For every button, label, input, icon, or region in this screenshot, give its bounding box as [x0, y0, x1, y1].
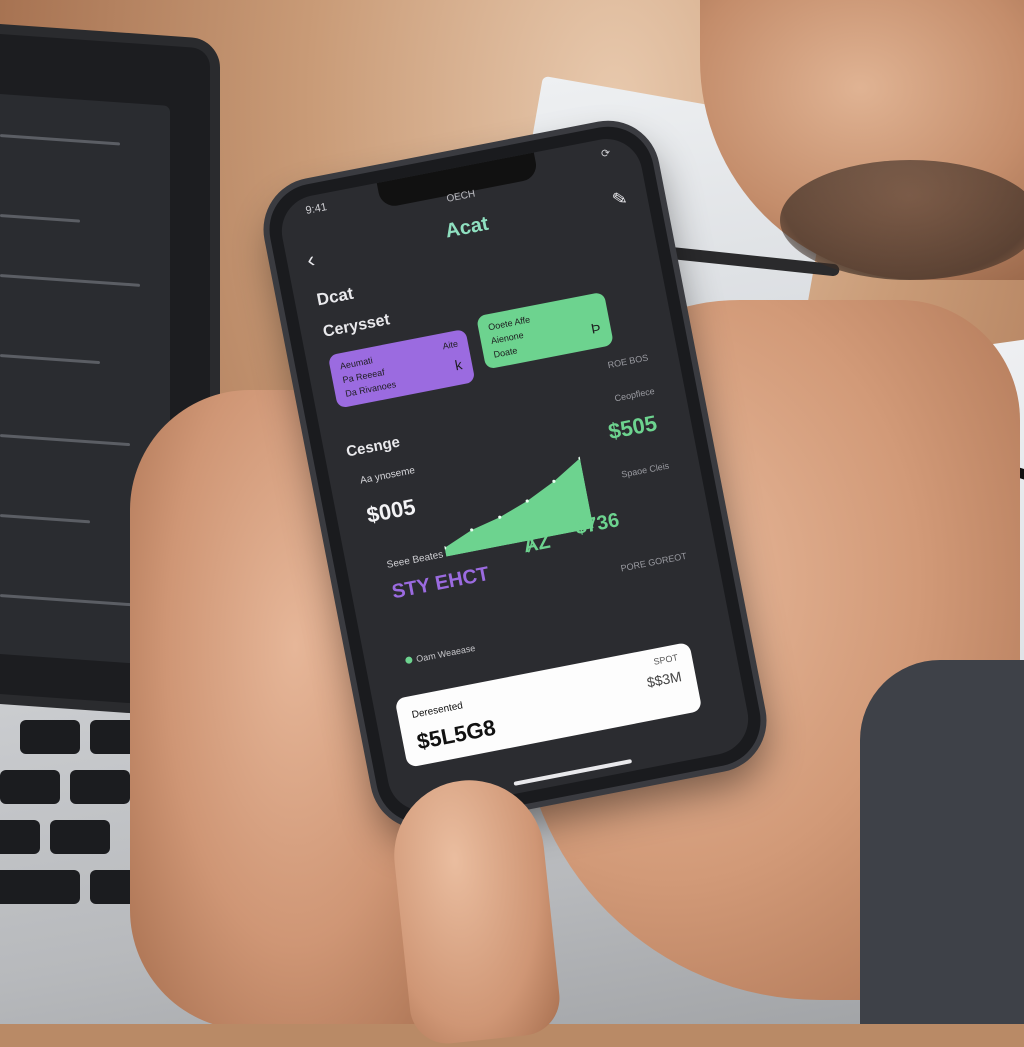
change-right-label-2: Spaoe Cleis: [620, 460, 670, 480]
status-time: 9:41: [304, 201, 328, 217]
balance-right: $$3M: [645, 668, 683, 691]
card-glyph: k: [453, 356, 464, 374]
list-label-text: Oam Weaease: [415, 642, 477, 665]
balance-value: $5L5G8: [414, 714, 498, 755]
bottom-value-green-1: ȺZ: [521, 530, 553, 558]
balance-small: SPOT: [652, 652, 679, 667]
bottom-value-purple: STY EHCT: [390, 562, 492, 604]
change-title: Cesnge: [344, 433, 402, 461]
area-chart: [443, 456, 594, 557]
card-line: Doate: [492, 345, 519, 360]
sleeve: [860, 660, 1024, 1024]
bottom-label: Seee Beates: [385, 549, 445, 571]
bottom-caption: PORE GOREOT: [619, 550, 688, 574]
card-line: Ooete Affe: [487, 314, 531, 333]
green-card[interactable]: Ooete Affe Aienone Doate Þ: [476, 291, 614, 370]
change-right-label: Ceopflece: [613, 385, 656, 404]
list-label: Oam Weaease: [404, 642, 477, 666]
chart-area: [444, 458, 594, 557]
status-dot-icon: [404, 656, 413, 665]
card-line: Aienone: [490, 329, 525, 347]
card-line: Aeumati: [339, 355, 374, 372]
purple-card[interactable]: Aeumati Pa Reeeaf Da Rivanoes Aite k: [327, 328, 476, 409]
card-glyph: Þ: [589, 319, 602, 337]
refresh-icon[interactable]: ⟳: [600, 146, 611, 161]
change-left-label: Aa ynoseme: [359, 465, 416, 487]
change-right-value: $505: [606, 410, 659, 445]
person-beard: [780, 160, 1024, 280]
section-subtitle: Cerysset: [321, 311, 392, 341]
balance-label: Deresented: [410, 700, 464, 721]
section-title: Dcat: [315, 283, 355, 310]
small-caption: ROE BOS: [606, 352, 649, 371]
card-corner-label: Aite: [441, 338, 459, 352]
edit-icon[interactable]: ✎: [610, 188, 629, 211]
balance-card[interactable]: Deresented $5L5G8 SPOT $$3M: [394, 641, 703, 768]
change-left-value: $005: [364, 493, 418, 528]
